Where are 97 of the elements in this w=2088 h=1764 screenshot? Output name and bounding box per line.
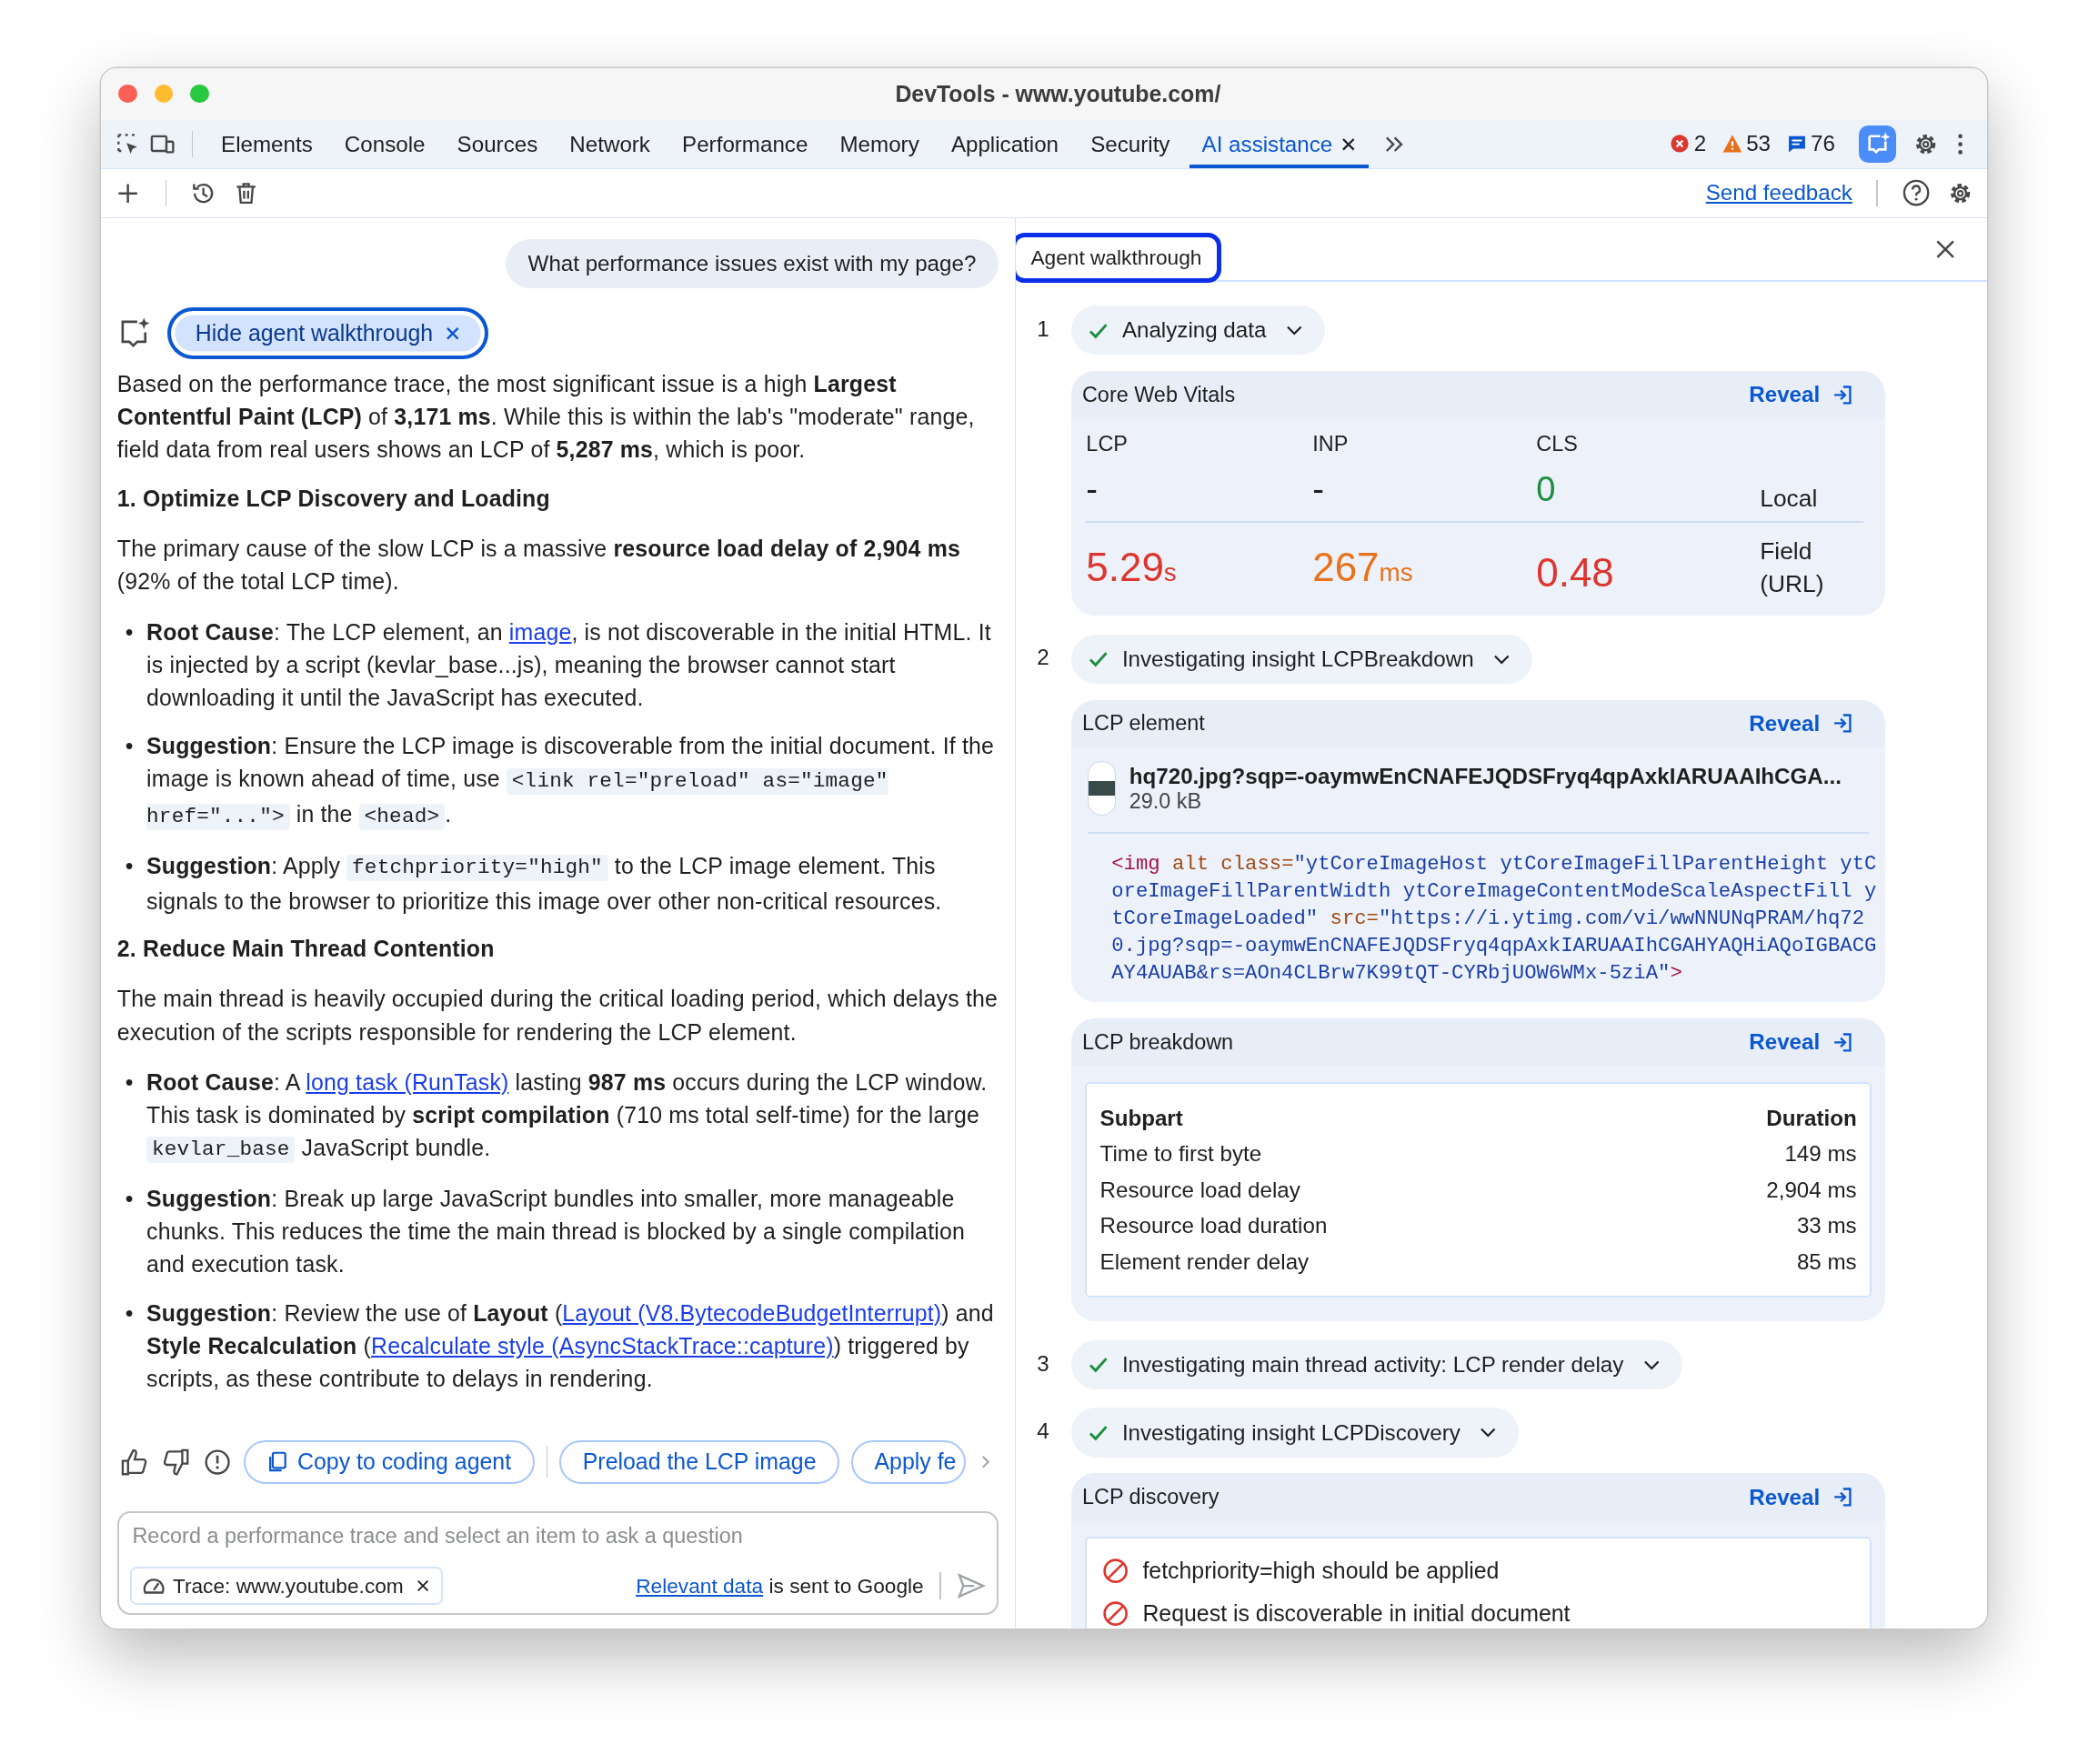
issue-count[interactable]: 76 <box>1810 131 1835 157</box>
panel-tab[interactable]: AI assistance <box>1190 119 1369 169</box>
panel-tab[interactable]: Security <box>1079 119 1182 169</box>
close-icon[interactable] <box>1340 135 1357 153</box>
reveal-link[interactable]: Reveal <box>1749 1029 1853 1056</box>
bullet-marker: • <box>125 1185 135 1214</box>
step-toggle[interactable]: Analyzing data <box>1071 306 1325 356</box>
local-value: - <box>1086 469 1099 511</box>
relevant-data-link[interactable]: Relevant data <box>636 1573 764 1598</box>
error-icon <box>1670 134 1691 155</box>
table-cell-text: Time to first byte <box>1099 1140 1262 1168</box>
panel-tab[interactable]: Network <box>557 119 663 169</box>
field-value: 5.29s <box>1086 544 1178 592</box>
hide-walkthrough-button[interactable]: Hide agent walkthrough <box>167 306 489 360</box>
panel-tab[interactable]: Memory <box>828 119 931 169</box>
step-number: 1 <box>1037 315 1050 343</box>
step-number: 2 <box>1037 644 1050 672</box>
bullet-marker: • <box>125 732 135 761</box>
context-chip[interactable]: Trace: www.youtube.com <box>129 1566 443 1606</box>
column-header: Subpart <box>1099 1104 1183 1132</box>
help-icon[interactable] <box>1902 178 1932 208</box>
suggestion-chip[interactable]: Apply fe <box>851 1439 967 1484</box>
user-message: What performance issues exist with my page? <box>505 239 999 289</box>
window-title: DevTools - www.youtube.com/ <box>894 80 1222 107</box>
widget-title: LCP discovery <box>1081 1485 1220 1510</box>
step-toggle[interactable]: Investigating insight LCPDiscovery <box>1071 1408 1520 1458</box>
panel-tab[interactable]: Elements <box>208 119 325 169</box>
panel-tab[interactable]: Application <box>939 119 1071 169</box>
response-paragraph: The main thread is heavily occupied during the critical loading period, which delays the execution of the scripts responsible for rendering the LCP element. <box>116 985 999 1047</box>
reveal-link[interactable]: Reveal <box>1749 1484 1853 1510</box>
step-toggle[interactable]: Investigating insight LCPBreakdown <box>1071 634 1533 684</box>
bullet-text: Suggestion: Apply fetchpriority="high" to the LCP image element. This signals to the browser to prioritize this image over other non-critical resources. <box>146 851 943 916</box>
table-cell-text: Element render delay <box>1099 1248 1310 1276</box>
table-cell-text: Resource load delay <box>1099 1176 1300 1204</box>
bullet-text: Suggestion: Review the use of Layout (Layout (V8.BytecodeBudgetInterrupt)) and Style Recalculation (Recalculate style (AsyncStackTrace::capture)) triggered by scripts, as these contribute to delays in rendering. <box>146 1298 995 1393</box>
column-header: Duration <box>1766 1104 1857 1132</box>
warning-icon <box>1722 134 1742 155</box>
ai-assistant-icon[interactable] <box>1859 125 1897 163</box>
suggestion-chip[interactable]: Preload the LCP image <box>559 1439 839 1484</box>
text-link[interactable]: Layout (V8.BytecodeBudgetInterrupt) <box>562 1299 942 1326</box>
copy-to-agent-button[interactable]: Copy to coding agent <box>243 1439 535 1484</box>
issue-count[interactable]: 53 <box>1746 131 1772 157</box>
bullet-marker: • <box>125 617 135 646</box>
thumbs-up-icon[interactable] <box>119 1447 149 1477</box>
table-cell-text: Resource load duration <box>1099 1212 1328 1240</box>
table-cell-text: 149 ms <box>1784 1140 1857 1168</box>
response-paragraph: Based on the performance trace, the most significant issue is a high Largest Contentful Paint (LCP) of 3,171 ms. While this is within the lab's "moderate" range, field data from real users shows an LCP of 5,287 ms, which is poor. <box>116 370 976 465</box>
metric-name: INP <box>1312 432 1350 458</box>
file-name: hq720.jpg?sqp=-oaymwEnCNAFEJQDSFryq4qpAxkIARUAAIhCGA... <box>1129 763 1842 789</box>
bullet-text: Suggestion: Break up large JavaScript bundles into smaller, more manageable chunks. This reduces the time the main thread is blocked by a single compilation and execution task. <box>146 1185 966 1279</box>
field-value: 0.48 <box>1536 549 1615 597</box>
row-label: Field (URL) <box>1759 536 1825 599</box>
response-paragraph: The primary cause of the slow LCP is a massive resource load delay of 2,904 ms (92% of the total LCP time). <box>116 535 961 596</box>
widget-title: Core Web Vitals <box>1081 382 1236 407</box>
bullet-text: Root Cause: A long task (RunTask) lasting 987 ms occurs during the LCP window. This task is dominated by script compilation (710 ms total self-time) for the large kevlar_base JavaScript bundle. <box>146 1067 989 1166</box>
disclaimer-text: Relevant data is sent to Google <box>636 1573 924 1599</box>
field-value: 267ms <box>1312 544 1414 592</box>
message-icon <box>1786 134 1807 155</box>
issue-count[interactable]: 2 <box>1693 131 1707 157</box>
reveal-link[interactable]: Reveal <box>1749 382 1853 408</box>
step-toggle[interactable]: Investigating main thread activity: LCP render delay <box>1071 1339 1682 1389</box>
check-text: Request is discoverable in initial document <box>1142 1599 1571 1627</box>
panel-tab[interactable]: Console <box>332 119 437 169</box>
local-value: - <box>1312 469 1325 511</box>
bullet-marker: • <box>125 851 135 880</box>
send-feedback-link[interactable]: Send feedback <box>1705 180 1852 206</box>
text-link[interactable]: image <box>508 618 572 645</box>
bullet-marker: • <box>125 1067 135 1097</box>
text-link[interactable]: long task (RunTask) <box>306 1068 509 1095</box>
close-icon[interactable] <box>415 1579 431 1594</box>
thumbs-down-icon[interactable] <box>161 1447 191 1477</box>
panel-tab[interactable]: Sources <box>445 119 550 169</box>
row-label: Local <box>1759 484 1819 513</box>
table-cell-text: 2,904 ms <box>1766 1176 1857 1204</box>
widget-title: LCP breakdown <box>1081 1029 1234 1055</box>
step-number: 3 <box>1037 1349 1050 1378</box>
section-heading: 1. Optimize LCP Discovery and Loading <box>116 485 551 514</box>
bullet-text: Root Cause: The LCP element, an image, is not discoverable in the initial HTML. It is injected by a script (kevlar_base...js), meaning the browser cannot start downloading it until the JavaScript has executed. <box>146 617 992 712</box>
bullet-marker: • <box>125 1298 135 1328</box>
metric-name: LCP <box>1086 432 1129 458</box>
reveal-link[interactable]: Reveal <box>1749 710 1853 737</box>
step-number: 4 <box>1037 1418 1050 1446</box>
table-cell-text: 85 ms <box>1796 1248 1857 1276</box>
local-value: 0 <box>1536 469 1557 511</box>
metric-name: CLS <box>1536 432 1579 458</box>
section-heading: 2. Reduce Main Thread Contention <box>116 935 496 964</box>
panel-tab[interactable]: Performance <box>669 119 820 169</box>
walkthrough-title: Agent walkthrough <box>1015 233 1221 283</box>
table-cell-text: 33 ms <box>1796 1212 1857 1240</box>
check-text: fetchpriority=high should be applied <box>1142 1558 1500 1585</box>
html-snippet: <img alt class="ytCoreImageHost ytCoreImageFillParentHeight ytCoreImageFillParentWidth ytCoreImageContentModeScaleAspectFill ytCoreImageLoaded" src="https://i.ytimg.com/vi/wwNNUNqPRAM/hq720.jpg?sqp=-oaymwEnCNAFEJQDSFryq4qpAxkIARUAAIhCGAHYAQHiAQoIGBACGAY4AUAB&rs=AOn4CLBrw7K99tQT-CYRbjUOW6WMx-5ziA"> <box>1111 850 1878 987</box>
image-thumbnail <box>1087 760 1117 817</box>
text-link[interactable]: Recalculate style (AsyncStackTrace::capture) <box>371 1332 834 1358</box>
file-size: 29.0 kB <box>1129 788 1203 814</box>
widget-title: LCP element <box>1081 711 1205 737</box>
prompt-input[interactable]: Record a performance trace and select an item to ask a question Trace: www.youtube.com Relevant data is sent to Google <box>116 1511 999 1616</box>
close-window-button[interactable] <box>118 84 137 104</box>
